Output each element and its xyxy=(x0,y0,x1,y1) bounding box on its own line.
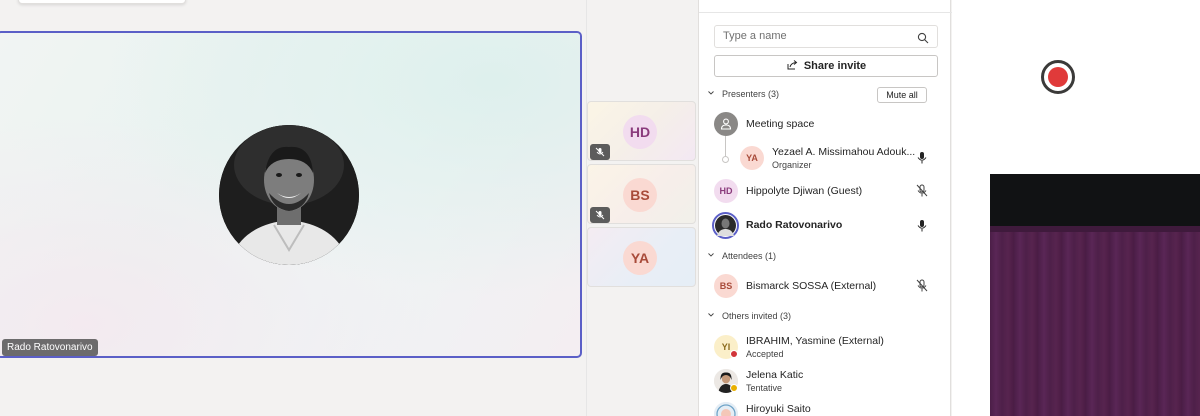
chevron-down-icon xyxy=(707,311,715,321)
mic-off-icon xyxy=(916,279,928,298)
rsvp-status: Accepted xyxy=(746,349,784,359)
record-icon[interactable] xyxy=(1040,59,1076,95)
list-item-participant[interactable]: Rado Ratovonarivo xyxy=(699,209,952,243)
thumbnail-avatar: HD xyxy=(623,115,657,149)
list-item-meeting-space[interactable]: Meeting space xyxy=(699,107,952,141)
mic-off-icon xyxy=(916,184,928,203)
list-item-participant[interactable]: YI IBRAHIM, Yasmine (External) Accepted xyxy=(699,330,952,364)
list-item-participant[interactable]: YA Yezael A. Missimahou Adouk... Organiz… xyxy=(699,141,952,175)
participant-name: Hiroyuki Saito xyxy=(746,403,811,415)
participant-photo-avatar xyxy=(714,402,738,416)
share-icon xyxy=(786,59,798,74)
list-item-participant[interactable]: HD Hippolyte Djiwan (Guest) xyxy=(699,175,952,209)
thumbnail-avatar: BS xyxy=(623,178,657,212)
right-area xyxy=(952,0,1200,416)
presenters-label: Presenters (3) xyxy=(722,89,780,99)
mic-icon xyxy=(916,219,928,238)
participant-role: Organizer xyxy=(772,160,812,170)
declined-status-icon xyxy=(730,350,738,358)
attendees-label: Attendees (1) xyxy=(722,251,777,261)
participant-photo-avatar xyxy=(219,125,359,265)
chevron-down-icon xyxy=(707,89,715,99)
participant-name: Bismarck SOSSA (External) xyxy=(746,280,877,292)
meeting-stage: Rado Ratovonarivo xyxy=(0,0,585,416)
shared-video-preview xyxy=(990,174,1200,416)
attendees-section-header[interactable]: Attendees (1) xyxy=(707,251,776,261)
others-invited-section-header[interactable]: Others invited (3) xyxy=(707,311,791,321)
main-video-tile[interactable]: Rado Ratovonarivo xyxy=(0,31,582,358)
video-thumbnails-strip: HD BS YA xyxy=(586,0,698,416)
tentative-status-icon xyxy=(730,384,738,392)
participant-name: Meeting space xyxy=(746,118,815,130)
list-item-participant[interactable]: BS Bismarck SOSSA (External) xyxy=(699,269,952,303)
top-popup xyxy=(18,0,186,4)
chevron-down-icon xyxy=(707,251,715,261)
participant-name: Hippolyte Djiwan (Guest) xyxy=(746,185,863,197)
list-item-participant[interactable]: Hiroyuki Saito xyxy=(699,398,952,416)
participant-name: Yezael A. Missimahou Adouk... xyxy=(772,146,916,158)
divider xyxy=(699,12,952,13)
video-thumbnail[interactable]: HD xyxy=(587,101,696,161)
curtain-image xyxy=(990,226,1200,416)
curtain-top-edge xyxy=(990,226,1200,232)
search-input[interactable] xyxy=(723,30,913,42)
thumbnail-avatar: YA xyxy=(623,241,657,275)
share-invite-button[interactable]: Share invite xyxy=(714,55,938,77)
room-icon xyxy=(714,112,738,136)
video-thumbnail[interactable]: YA xyxy=(587,227,696,287)
participant-name-tag: Rado Ratovonarivo xyxy=(2,339,98,356)
search-box[interactable] xyxy=(714,25,938,48)
share-invite-label: Share invite xyxy=(803,60,867,72)
mute-all-button[interactable]: Mute all xyxy=(877,87,927,103)
muted-mic-icon xyxy=(590,144,610,160)
participant-name: Rado Ratovonarivo xyxy=(746,219,843,231)
participant-avatar: BS xyxy=(714,274,738,298)
participant-avatar: YA xyxy=(740,146,764,170)
mic-icon xyxy=(916,151,928,170)
participant-name: Jelena Katic xyxy=(746,369,804,381)
presenters-section-header[interactable]: Presenters (3) xyxy=(707,89,779,99)
video-thumbnail[interactable]: BS xyxy=(587,164,696,224)
participant-name: IBRAHIM, Yasmine (External) xyxy=(746,335,884,347)
participants-panel: Share invite Presenters (3) Mute all Mee… xyxy=(698,0,952,416)
list-item-participant[interactable]: Jelena Katic Tentative xyxy=(699,364,952,398)
search-icon[interactable] xyxy=(917,31,929,49)
participant-avatar: HD xyxy=(714,179,738,203)
others-invited-label: Others invited (3) xyxy=(722,311,792,321)
rsvp-status: Tentative xyxy=(746,383,783,393)
participant-photo-avatar xyxy=(712,212,739,239)
muted-mic-icon xyxy=(590,207,610,223)
